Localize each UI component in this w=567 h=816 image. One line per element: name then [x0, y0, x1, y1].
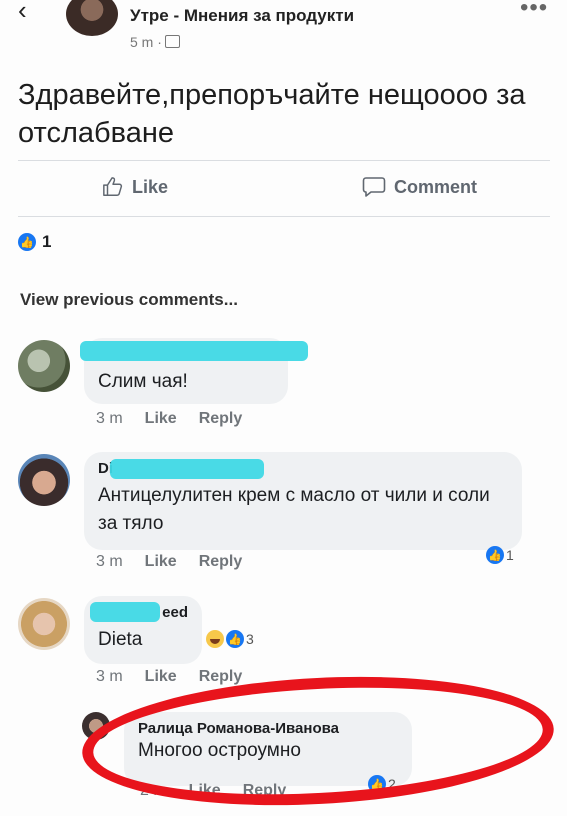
post-reactions[interactable]: 👍 1 [18, 232, 51, 252]
comment-like-link[interactable]: Like [145, 410, 177, 428]
comment-text: Dieta [98, 629, 143, 650]
divider [18, 216, 550, 217]
post-time: 5 m · [130, 34, 162, 50]
group-name[interactable]: Утре - Мнения за продукти [130, 6, 354, 26]
haha-reaction-icon [206, 630, 224, 648]
post-text: Здравейте,препоръчайте нещоооо за отслаб… [18, 79, 526, 149]
like-outline-icon [103, 177, 123, 196]
red-highlight-circle [79, 665, 557, 816]
comment-actions: 3 m Like Reply [96, 410, 242, 428]
commenter-avatar[interactable] [18, 340, 70, 392]
like-reaction-icon: 👍 [226, 630, 244, 648]
like-reaction-icon: 👍 [18, 233, 36, 251]
comment-text: Слим чая! [98, 371, 188, 392]
like-reaction-icon: 👍 [486, 546, 504, 564]
comment-actions: 3 m Like Reply [96, 668, 242, 686]
comment-like-link[interactable]: Like [145, 668, 177, 686]
comment-label: Comment [394, 176, 478, 197]
post-reaction-count: 1 [42, 232, 52, 251]
comment-time: 3 m [96, 553, 123, 570]
post-meta: 5 m · [130, 34, 180, 50]
comment-text: Антицелулитен крем с масло от чили и сол… [98, 485, 490, 534]
comment-reply-link[interactable]: Reply [199, 668, 243, 686]
redaction-mark [80, 341, 308, 361]
commenter-avatar[interactable] [18, 598, 70, 650]
comment-like-link[interactable]: Like [145, 553, 177, 571]
comment-reactions[interactable]: 👍 1 [486, 546, 514, 564]
redaction-mark [110, 459, 264, 479]
like-label: Like [132, 176, 169, 197]
redaction-mark [90, 602, 160, 622]
back-arrow-icon[interactable]: ‹ [18, 0, 27, 23]
comment-reaction-count: 3 [246, 631, 254, 647]
comment-reaction-count: 1 [506, 547, 514, 563]
comment-actions: 3 m Like Reply [96, 553, 242, 571]
comment-reactions[interactable]: 👍 3 [206, 630, 254, 648]
commenter-avatar[interactable] [18, 454, 70, 506]
comment-outline-icon [362, 177, 386, 197]
more-options-icon[interactable]: ••• [520, 0, 548, 22]
comment-time: 3 m [96, 668, 123, 685]
comment-reply-link[interactable]: Reply [199, 553, 243, 571]
view-previous-comments-link[interactable]: View previous comments... [20, 290, 238, 310]
comment-reply-link[interactable]: Reply [199, 410, 243, 428]
divider [18, 160, 550, 161]
audience-icon [164, 35, 180, 48]
like-button[interactable]: Like [102, 176, 168, 198]
comment-time: 3 m [96, 410, 123, 427]
comment-button[interactable]: Comment [362, 176, 477, 198]
author-avatar[interactable] [66, 0, 118, 36]
